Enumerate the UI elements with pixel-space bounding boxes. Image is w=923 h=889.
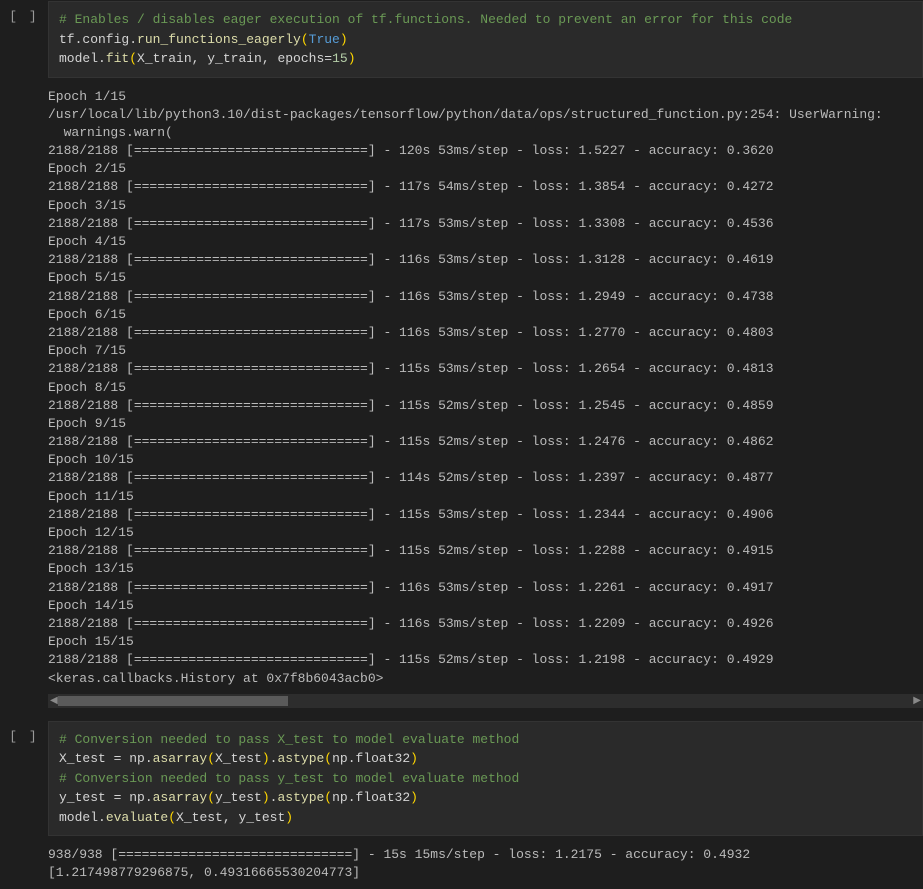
code-token: ( — [207, 790, 215, 805]
code-token: astype — [277, 790, 324, 805]
exec-indicator[interactable]: [ ] — [0, 721, 48, 837]
scrollbar-right-arrow-icon[interactable]: ▶ — [913, 695, 921, 707]
output-line: [1.217498779296875, 0.49316665530204773] — [48, 864, 923, 882]
code-token: ) — [410, 751, 418, 766]
output-line: Epoch 6/15 — [48, 306, 923, 324]
code-token: ) — [285, 810, 293, 825]
code-token: fit — [106, 51, 129, 66]
code-token: X_test, y_test — [176, 810, 285, 825]
code-token: model. — [59, 51, 106, 66]
output-line: Epoch 8/15 — [48, 379, 923, 397]
output-line: /usr/local/lib/python3.10/dist-packages/… — [48, 106, 923, 124]
output-line: Epoch 11/15 — [48, 488, 923, 506]
code-token: True — [309, 32, 340, 47]
output-line: Epoch 9/15 — [48, 415, 923, 433]
code-cell-1: [ ] # Enables / disables eager execution… — [0, 0, 923, 78]
code-editor[interactable]: # Conversion needed to pass X_test to mo… — [48, 721, 923, 837]
code-token: X_test = np. — [59, 751, 153, 766]
exec-brackets: [ ] — [9, 729, 38, 837]
code-token: 15 — [332, 51, 348, 66]
code-token: model. — [59, 810, 106, 825]
code-token: tf.config. — [59, 32, 137, 47]
output-line: 2188/2188 [=============================… — [48, 615, 923, 633]
output-line: Epoch 4/15 — [48, 233, 923, 251]
code-token: run_functions_eagerly — [137, 32, 301, 47]
code-token: ( — [301, 32, 309, 47]
code-token: X_test — [215, 751, 262, 766]
output-line: 2188/2188 [=============================… — [48, 142, 923, 160]
output-line: Epoch 7/15 — [48, 342, 923, 360]
code-cell-2: [ ] # Conversion needed to pass X_test t… — [0, 720, 923, 837]
output-line: 2188/2188 [=============================… — [48, 360, 923, 378]
output-line: Epoch 10/15 — [48, 451, 923, 469]
code-token: np.float32 — [332, 751, 410, 766]
output-line: 2188/2188 [=============================… — [48, 469, 923, 487]
code-editor[interactable]: # Enables / disables eager execution of … — [48, 1, 923, 78]
output-line: 2188/2188 [=============================… — [48, 251, 923, 269]
output-line: 2188/2188 [=============================… — [48, 506, 923, 524]
output-line: Epoch 2/15 — [48, 160, 923, 178]
output-line: 2188/2188 [=============================… — [48, 215, 923, 233]
output-line: Epoch 12/15 — [48, 524, 923, 542]
output-area-2: 938/938 [==============================]… — [48, 836, 923, 888]
output-line: 2188/2188 [=============================… — [48, 324, 923, 342]
code-token: X_train, y_train, epochs= — [137, 51, 332, 66]
output-line: Epoch 14/15 — [48, 597, 923, 615]
output-line: 2188/2188 [=============================… — [48, 288, 923, 306]
output-line: 2188/2188 [=============================… — [48, 651, 923, 669]
code-token: astype — [277, 751, 324, 766]
exec-indicator[interactable]: [ ] — [0, 1, 48, 78]
code-token: y_test = np. — [59, 790, 153, 805]
horizontal-scrollbar[interactable]: ◀ ▶ — [48, 694, 923, 708]
code-comment: # Conversion needed to pass y_test to mo… — [59, 771, 519, 786]
output-area-1: Epoch 1/15/usr/local/lib/python3.10/dist… — [48, 78, 923, 694]
output-line: 938/938 [==============================]… — [48, 846, 923, 864]
output-line: warnings.warn( — [48, 124, 923, 142]
scrollbar-thumb[interactable] — [58, 696, 288, 706]
output-line: 2188/2188 [=============================… — [48, 542, 923, 560]
code-token: ( — [168, 810, 176, 825]
output-line: Epoch 5/15 — [48, 269, 923, 287]
code-token: ( — [129, 51, 137, 66]
output-line: Epoch 15/15 — [48, 633, 923, 651]
code-token: asarray — [153, 751, 208, 766]
code-token: ) — [262, 751, 270, 766]
output-line: <keras.callbacks.History at 0x7f8b6043ac… — [48, 670, 923, 688]
output-line: Epoch 3/15 — [48, 197, 923, 215]
output-line: Epoch 1/15 — [48, 88, 923, 106]
scrollbar-left-arrow-icon[interactable]: ◀ — [50, 695, 58, 707]
code-token: ( — [207, 751, 215, 766]
code-token: asarray — [153, 790, 208, 805]
output-line: 2188/2188 [=============================… — [48, 397, 923, 415]
code-token: ) — [262, 790, 270, 805]
output-line: 2188/2188 [=============================… — [48, 579, 923, 597]
code-token: ( — [324, 790, 332, 805]
code-token: ) — [348, 51, 356, 66]
code-token: ) — [340, 32, 348, 47]
code-comment: # Conversion needed to pass X_test to mo… — [59, 732, 519, 747]
code-token: evaluate — [106, 810, 168, 825]
output-line: 2188/2188 [=============================… — [48, 433, 923, 451]
code-token: ) — [410, 790, 418, 805]
code-token: ( — [324, 751, 332, 766]
code-token: np.float32 — [332, 790, 410, 805]
output-line: Epoch 13/15 — [48, 560, 923, 578]
code-token: y_test — [215, 790, 262, 805]
output-line: 2188/2188 [=============================… — [48, 178, 923, 196]
code-comment: # Enables / disables eager execution of … — [59, 12, 792, 27]
exec-brackets: [ ] — [9, 9, 38, 78]
